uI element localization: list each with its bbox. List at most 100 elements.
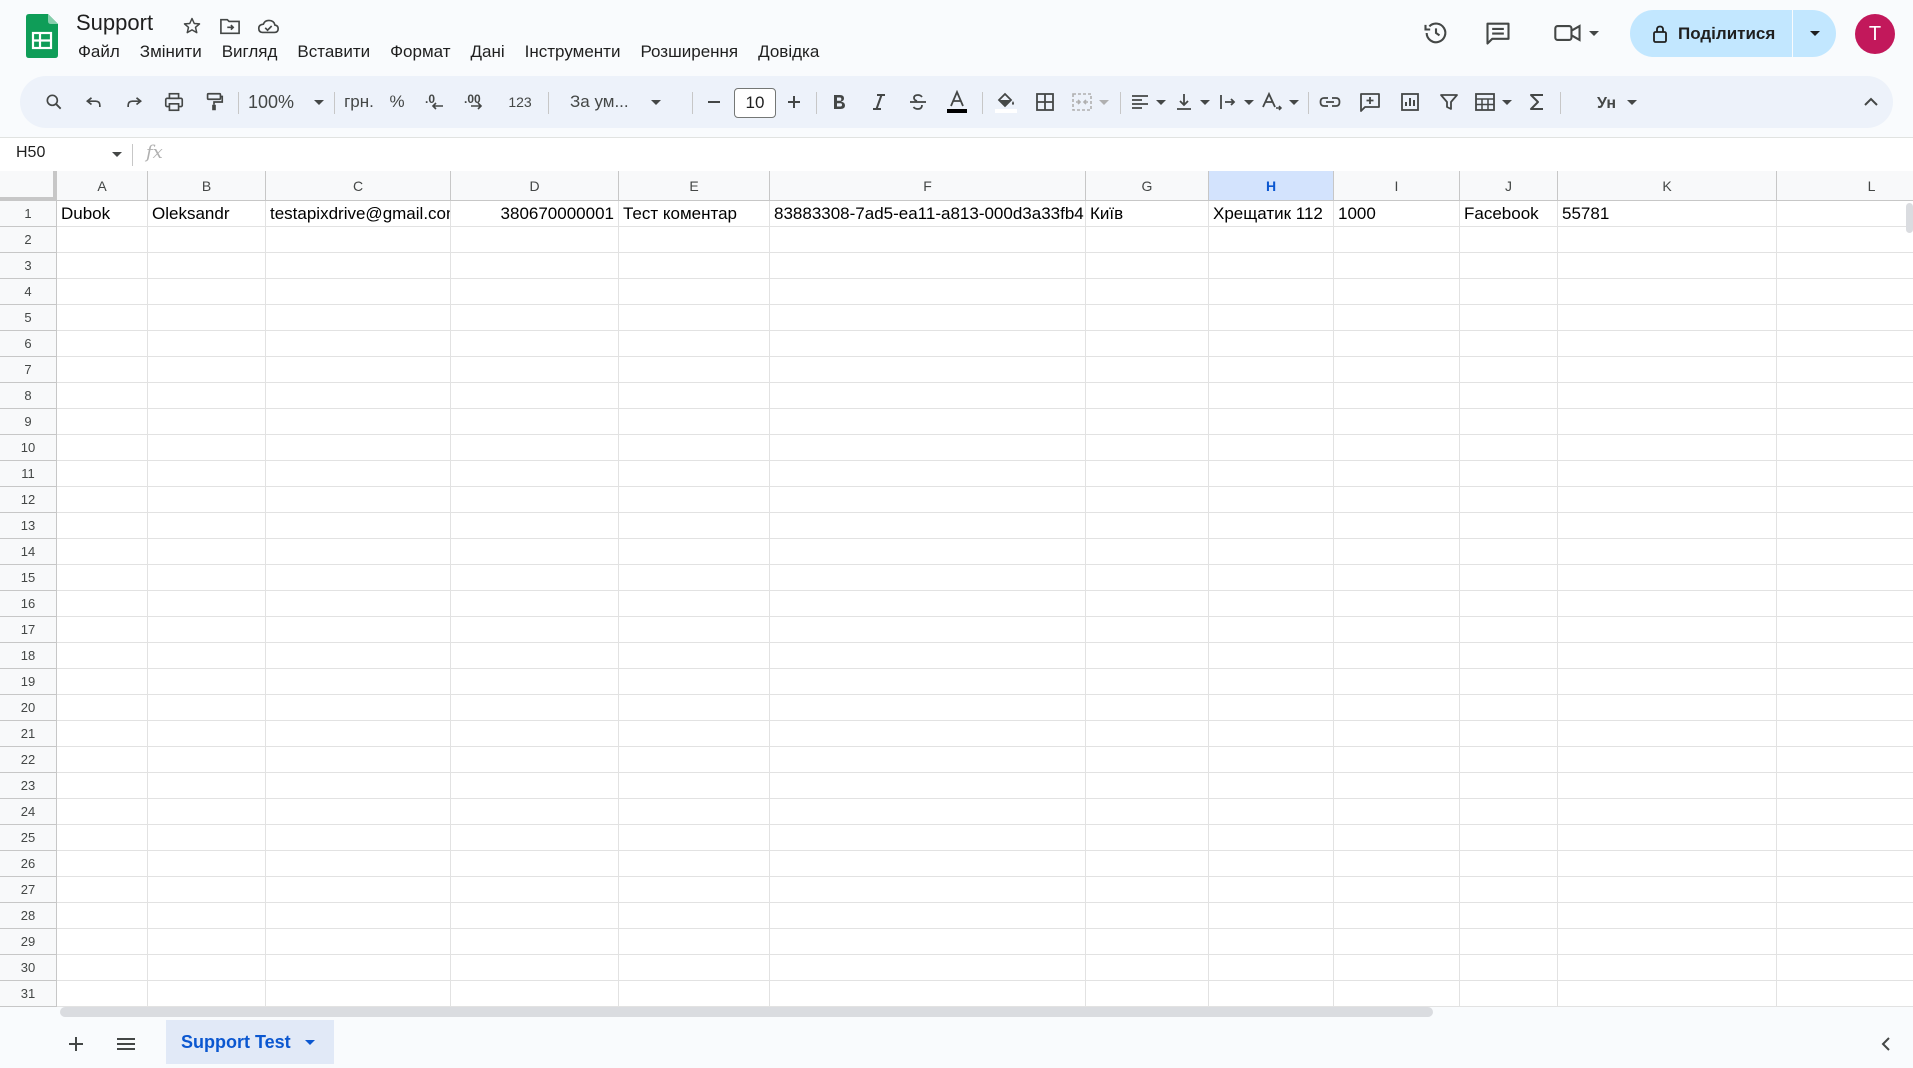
row-header-13[interactable]: 13 <box>0 513 57 539</box>
merge-cells-icon[interactable] <box>1066 76 1114 128</box>
column-header-e[interactable]: E <box>619 171 770 201</box>
increase-font-size-icon[interactable] <box>780 76 808 128</box>
column-header-i[interactable]: I <box>1334 171 1460 201</box>
column-header-k[interactable]: K <box>1558 171 1777 201</box>
row-header-21[interactable]: 21 <box>0 721 57 747</box>
meet-icon[interactable] <box>1548 17 1604 49</box>
row-header-23[interactable]: 23 <box>0 773 57 799</box>
horizontal-scrollbar[interactable] <box>60 1007 1433 1017</box>
currency-format-button[interactable]: грн. <box>340 76 378 128</box>
spreadsheet-grid[interactable]: A B C D E F G H I J K L 1 2 3 4 5 6 7 8 9 10 11 12 13 14 15 16 17 18 1… <box>0 171 1913 1007</box>
sheet-tab-caret-icon[interactable] <box>304 1039 315 1045</box>
decrease-font-size-icon[interactable] <box>700 76 728 128</box>
name-box-caret-icon[interactable] <box>112 152 122 157</box>
row-header-27[interactable]: 27 <box>0 877 57 903</box>
zoom-select[interactable]: 100% <box>244 76 328 128</box>
menu-data[interactable]: Дані <box>461 40 515 64</box>
horizontal-align-icon[interactable] <box>1126 76 1170 128</box>
menu-edit[interactable]: Змінити <box>130 40 212 64</box>
column-header-l[interactable]: L <box>1777 171 1913 201</box>
cell-g1[interactable]: Київ <box>1086 201 1208 226</box>
row-header-16[interactable]: 16 <box>0 591 57 617</box>
bold-icon[interactable] <box>824 76 854 128</box>
text-rotation-icon[interactable] <box>1258 76 1302 128</box>
comments-icon[interactable] <box>1482 17 1514 49</box>
font-size-input[interactable]: 10 <box>734 88 776 118</box>
menu-insert[interactable]: Вставити <box>287 40 380 64</box>
share-button[interactable]: Поділитися <box>1630 10 1836 57</box>
cloud-status-icon[interactable] <box>256 14 280 38</box>
avatar[interactable]: T <box>1855 14 1895 54</box>
sheets-logo-icon[interactable] <box>26 14 58 58</box>
borders-icon[interactable] <box>1030 76 1060 128</box>
row-header-3[interactable]: 3 <box>0 253 57 279</box>
select-all-corner[interactable] <box>0 171 57 201</box>
column-header-d[interactable]: D <box>451 171 619 201</box>
percent-format-button[interactable]: % <box>384 76 410 128</box>
undo-icon[interactable] <box>80 76 108 128</box>
column-header-b[interactable]: B <box>148 171 266 201</box>
cell-d1[interactable]: 380670000001 <box>451 201 618 226</box>
cell-a1[interactable]: Dubok <box>57 201 147 226</box>
input-tools-icon[interactable]: Ун <box>1592 76 1642 128</box>
name-box[interactable]: H50 <box>16 144 45 162</box>
cell-c1[interactable]: testapixdrive@gmail.con <box>266 201 450 226</box>
insert-link-icon[interactable] <box>1314 76 1346 128</box>
row-header-10[interactable]: 10 <box>0 435 57 461</box>
sheet-tab-support-test[interactable]: Support Test <box>166 1020 334 1064</box>
column-header-j[interactable]: J <box>1460 171 1558 201</box>
filter-views-icon[interactable] <box>1470 76 1516 128</box>
filter-icon[interactable] <box>1434 76 1464 128</box>
menu-file[interactable]: Файл <box>68 40 130 64</box>
cell-f1[interactable]: 83883308-7ad5-ea11-a813-000d3a33fb4 <box>770 201 1085 226</box>
font-family-select[interactable]: За ум... <box>556 76 686 128</box>
row-header-7[interactable]: 7 <box>0 357 57 383</box>
document-title[interactable]: Support <box>76 10 153 36</box>
strikethrough-icon[interactable] <box>902 76 934 128</box>
vertical-align-icon[interactable] <box>1170 76 1214 128</box>
add-sheet-icon[interactable] <box>56 1024 96 1064</box>
text-color-icon[interactable] <box>940 76 974 128</box>
row-header-22[interactable]: 22 <box>0 747 57 773</box>
share-dropdown-icon[interactable] <box>1793 31 1836 36</box>
cell-i1[interactable]: 1000 <box>1334 201 1459 226</box>
move-folder-icon[interactable] <box>218 14 242 38</box>
collapse-menu-icon[interactable] <box>1856 76 1886 128</box>
column-header-h[interactable]: H <box>1209 171 1334 201</box>
fill-color-icon[interactable] <box>990 76 1022 128</box>
menu-format[interactable]: Формат <box>380 40 460 64</box>
row-header-5[interactable]: 5 <box>0 305 57 331</box>
row-header-19[interactable]: 19 <box>0 669 57 695</box>
cell-h1[interactable]: Хрещатик 112 <box>1209 201 1333 226</box>
row-header-9[interactable]: 9 <box>0 409 57 435</box>
row-header-20[interactable]: 20 <box>0 695 57 721</box>
more-formats-button[interactable]: 123 <box>502 76 538 128</box>
increase-decimal-button[interactable]: .00 <box>460 76 494 128</box>
row-header-1[interactable]: 1 <box>0 201 57 227</box>
menu-tools[interactable]: Інструменти <box>515 40 631 64</box>
insert-chart-icon[interactable] <box>1394 76 1426 128</box>
italic-icon[interactable] <box>864 76 894 128</box>
cell-k1[interactable]: 55781 <box>1558 201 1776 226</box>
row-header-25[interactable]: 25 <box>0 825 57 851</box>
row-header-12[interactable]: 12 <box>0 487 57 513</box>
text-wrapping-icon[interactable] <box>1214 76 1258 128</box>
row-header-24[interactable]: 24 <box>0 799 57 825</box>
functions-icon[interactable] <box>1522 76 1552 128</box>
print-icon[interactable] <box>160 76 188 128</box>
menu-extensions[interactable]: Розширення <box>630 40 748 64</box>
row-header-17[interactable]: 17 <box>0 617 57 643</box>
row-header-6[interactable]: 6 <box>0 331 57 357</box>
column-header-f[interactable]: F <box>770 171 1086 201</box>
row-header-28[interactable]: 28 <box>0 903 57 929</box>
row-header-29[interactable]: 29 <box>0 929 57 955</box>
menu-help[interactable]: Довідка <box>748 40 829 64</box>
cell-j1[interactable]: Facebook <box>1460 201 1557 226</box>
cell-b1[interactable]: Oleksandr <box>148 201 265 226</box>
cell-e1[interactable]: Тест коментар <box>619 201 769 226</box>
row-header-18[interactable]: 18 <box>0 643 57 669</box>
row-header-15[interactable]: 15 <box>0 565 57 591</box>
insert-comment-icon[interactable] <box>1354 76 1386 128</box>
row-header-30[interactable]: 30 <box>0 955 57 981</box>
row-header-26[interactable]: 26 <box>0 851 57 877</box>
